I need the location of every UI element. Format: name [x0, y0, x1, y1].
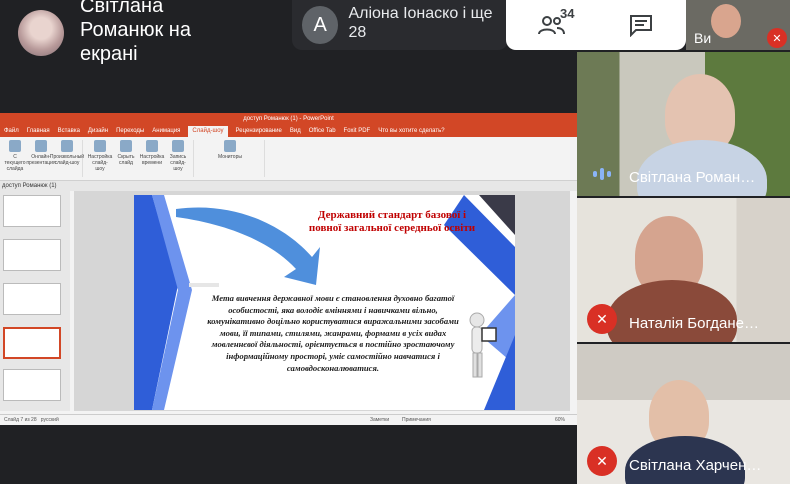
tab-transitions[interactable]: Переходы [116, 126, 144, 137]
chat-button[interactable] [596, 0, 686, 50]
tab-animation[interactable]: Анимация [152, 126, 180, 137]
people-button[interactable]: 34 [506, 0, 596, 50]
online-icon [35, 140, 47, 152]
slide-body: Мета вивчення державної мови є становлен… [207, 293, 459, 373]
setup-icon [94, 140, 106, 152]
ribbon-group-monitors: Мониторы [200, 140, 265, 177]
other-participants-chip[interactable]: A Аліона Іонаско і ще 28 [292, 0, 508, 50]
slide-thumbnail[interactable] [3, 369, 61, 401]
tab-home[interactable]: Главная [27, 126, 50, 137]
hide-icon [120, 140, 132, 152]
participant-tile-1[interactable]: Світлана Роман… [577, 52, 790, 196]
record-button[interactable]: Запись слайд-шоу [167, 140, 189, 177]
slide-title: Державний стандарт базової і повної зага… [308, 209, 476, 234]
chat-icon [630, 15, 652, 37]
self-tile[interactable]: Ви ✕ [686, 0, 790, 50]
self-video [711, 4, 741, 38]
participant-name: Наталія Богдане… [629, 315, 759, 332]
meet-window: Світлана Романюк на екрані A Аліона Іона… [0, 0, 790, 484]
hide-slide-button[interactable]: Скрыть слайд [115, 140, 137, 177]
speaking-indicator-icon [593, 168, 611, 180]
other-participants-label: Аліона Іонаско і ще 28 [348, 5, 493, 41]
custom-show-button[interactable]: Произвольный слайд-шоу [50, 140, 84, 177]
tab-review[interactable]: Рецензирование [236, 126, 282, 137]
tab-foxit[interactable]: Foxit PDF [344, 126, 371, 137]
notes-button[interactable]: Заметки [370, 415, 389, 425]
record-icon [172, 140, 184, 152]
rehearse-button[interactable]: Настройка времени [140, 140, 164, 177]
ppt-ribbon-tabs: Файл Главная Вставка Дизайн Переходы Ани… [0, 126, 577, 137]
comments-button[interactable]: Примечания [402, 415, 431, 425]
document-tab[interactable]: доступ Романюк (1) [0, 181, 577, 191]
presenter-banner: Світлана Романюк на екрані [18, 0, 250, 66]
participant-count: 34 [560, 6, 575, 21]
slide-counter: Слайд 7 из 28 [4, 417, 37, 423]
presenter-label: Світлана Романюк на екрані [80, 0, 191, 65]
tell-me[interactable]: Что вы хотите сделать? [378, 126, 444, 137]
mic-off-icon: ✕ [587, 304, 617, 334]
participant-avatar: A [302, 6, 339, 44]
tab-office[interactable]: Office Tab [309, 126, 336, 137]
participant-tile-2[interactable]: ✕ Наталія Богдане… [577, 198, 790, 342]
mic-off-icon: ✕ [587, 446, 617, 476]
ppt-ribbon: С текущего слайда Онлайн-презентация Про… [0, 137, 577, 181]
custom-icon [61, 140, 73, 152]
participant-tile-3[interactable]: ✕ Світлана Харчен… [577, 344, 790, 484]
mic-off-icon: ✕ [767, 28, 787, 48]
monitor-icon [224, 140, 236, 152]
zoom-level[interactable]: 60% [555, 415, 565, 425]
ribbon-group-setup: Настройка слайд-шоу Скрыть слайд Настрой… [88, 140, 194, 177]
timer-icon [146, 140, 158, 152]
monitors-button[interactable]: Мониторы [200, 140, 260, 177]
ppt-titlebar: доступ Романюк (1) - PowerPoint [0, 113, 577, 126]
language-indicator: русский [40, 417, 59, 423]
tab-view[interactable]: Вид [290, 126, 301, 137]
top-controls: 34 [506, 0, 686, 50]
tab-insert[interactable]: Вставка [58, 126, 80, 137]
ppt-statusbar: Слайд 7 из 28 русский Заметки Примечания… [0, 414, 577, 425]
self-label: Ви [694, 30, 712, 46]
tab-file[interactable]: Файл [4, 126, 19, 137]
setup-button[interactable]: Настройка слайд-шоу [88, 140, 112, 177]
online-button[interactable]: Онлайн-презентация [26, 140, 56, 177]
tab-design[interactable]: Дизайн [88, 126, 108, 137]
from-current-button[interactable]: С текущего слайда [4, 140, 26, 177]
slide-thumbnail[interactable] [3, 283, 61, 315]
presenter-avatar [18, 10, 64, 56]
ribbon-group-start: С текущего слайда Онлайн-презентация Про… [4, 140, 84, 177]
current-slide: Державний стандарт базової і повної зага… [134, 195, 515, 410]
slide-thumbnails [0, 191, 70, 411]
slide-thumbnail-selected[interactable] [3, 327, 61, 359]
tab-slideshow[interactable]: Слайд-шоу [188, 126, 228, 137]
slideshow-icon [9, 140, 21, 152]
participant-name: Світлана Роман… [629, 169, 756, 186]
participant-name: Світлана Харчен… [629, 457, 762, 474]
slide-thumbnail[interactable] [3, 239, 61, 271]
slide-thumbnail[interactable] [3, 195, 61, 227]
